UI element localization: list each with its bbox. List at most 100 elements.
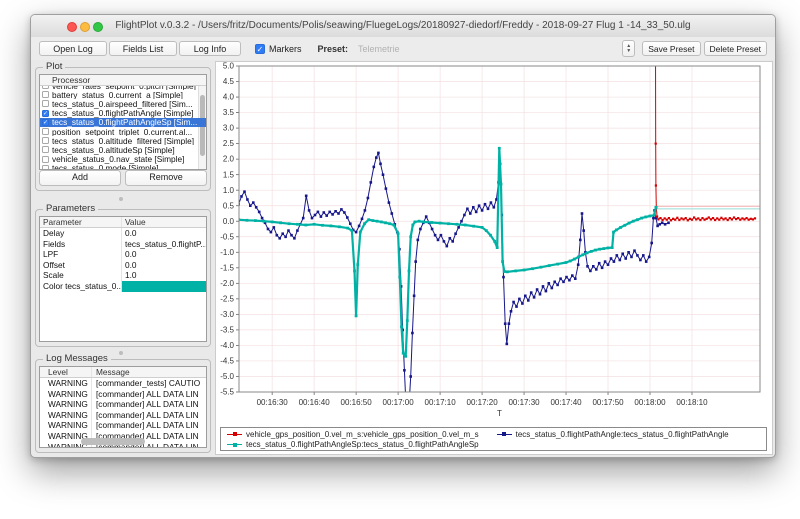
processor-list-item[interactable]: ✓tecs_status_0.flightPathAngleSp [Sim...: [40, 118, 206, 127]
log-horizontal-scrollbar-thumb[interactable]: [81, 438, 145, 445]
flight-chart[interactable]: 5.04.54.03.53.02.52.01.51.00.50.0-0.5-1.…: [216, 62, 774, 424]
parameters-panel-title: Parameters: [43, 203, 98, 214]
checked-checkbox[interactable]: ✓: [42, 110, 49, 117]
y-axis-tick-label: -5.5: [220, 388, 234, 397]
unchecked-checkbox[interactable]: [42, 128, 49, 135]
unchecked-checkbox[interactable]: [42, 100, 49, 107]
log-message-row[interactable]: WARNING[commander_tests] CAUTIO: [40, 378, 206, 389]
x-axis-tick-label: 00:17:20: [467, 398, 499, 407]
plot-panel: Plot Processor vehicle_rates_setpoint_0.…: [35, 67, 211, 191]
legend-swatch-icon: [227, 444, 242, 445]
splitter-handle[interactable]: [119, 197, 123, 201]
log-message: [commander] ALL DATA LIN: [92, 389, 206, 400]
y-axis-tick-label: -4.5: [220, 357, 234, 366]
y-axis-tick-label: -4.0: [220, 341, 234, 350]
title-bar[interactable]: FlightPlot v.0.3.2 - /Users/fritz/Docume…: [31, 15, 775, 38]
y-axis-tick-label: 0.5: [223, 201, 235, 210]
log-horizontal-scrollbar[interactable]: [60, 438, 176, 445]
column-header-value[interactable]: Value: [122, 217, 206, 227]
parameter-row[interactable]: LPF0.0: [40, 249, 206, 260]
y-axis-tick-label: 3.0: [223, 124, 235, 133]
unchecked-checkbox[interactable]: [42, 156, 49, 163]
splitter-handle[interactable]: [119, 351, 123, 355]
legend-item-flightPathAngleSp: tecs_status_0.flightPathAngleSp:tecs_sta…: [227, 440, 479, 449]
parameter-name: Color tecs_status_0....: [40, 281, 122, 292]
open-log-button[interactable]: Open Log: [39, 41, 107, 56]
y-axis-tick-label: -5.0: [220, 372, 234, 381]
processor-list-item[interactable]: battery_status_0.current_a [Simple]: [40, 90, 206, 99]
parameters-table[interactable]: Parameter Value Delay0.0Fieldstecs_statu…: [39, 216, 207, 342]
log-info-button[interactable]: Log Info: [179, 41, 241, 56]
x-axis-tick-label: 00:17:30: [508, 398, 540, 407]
markers-checkbox[interactable]: ✓: [255, 44, 265, 54]
processor-list-item[interactable]: tecs_status_0.altitude_filtered [Simple]: [40, 136, 206, 145]
chart-panel: 5.04.54.03.53.02.52.01.51.00.50.0-0.5-1.…: [215, 61, 773, 455]
minimize-button[interactable]: [80, 22, 90, 32]
log-message-row[interactable]: WARNING[commander] ALL DATA LIN: [40, 410, 206, 421]
remove-button[interactable]: Remove: [125, 170, 207, 186]
parameter-name: LPF: [40, 249, 122, 260]
unchecked-checkbox[interactable]: [42, 91, 49, 98]
processor-list-item[interactable]: tecs_status_0.airspeed_filtered [Sim...: [40, 99, 206, 108]
column-header-message[interactable]: Message: [92, 367, 206, 377]
x-axis-title: T: [497, 409, 502, 418]
y-axis-tick-label: -2.5: [220, 294, 234, 303]
log-message: [commander] ALL DATA LIN: [92, 410, 206, 421]
column-header-level[interactable]: Level: [40, 367, 92, 377]
log-level: WARNING: [40, 389, 92, 400]
unchecked-checkbox[interactable]: [42, 137, 49, 144]
parameter-value: 0.0: [122, 228, 206, 239]
zoom-button[interactable]: [93, 22, 103, 32]
parameter-row[interactable]: Fieldstecs_status_0.flightP...: [40, 239, 206, 250]
preset-combo[interactable]: Telemetrie: [358, 44, 622, 54]
log-message: [commander] ALL DATA LIN: [92, 420, 206, 431]
legend-label: tecs_status_0.flightPathAngleSp:tecs_sta…: [246, 440, 479, 449]
color-swatch[interactable]: [122, 281, 206, 292]
processor-list[interactable]: Processor vehicle_rates_setpoint_0.pitch…: [39, 74, 207, 170]
processor-item-label: tecs_status_0.altitude_filtered [Simple]: [52, 136, 194, 145]
y-axis-tick-label: -1.0: [220, 248, 234, 257]
unchecked-checkbox[interactable]: [42, 146, 49, 153]
markers-label: Markers: [269, 44, 302, 54]
fields-list-button[interactable]: Fields List: [109, 41, 177, 56]
preset-label: Preset:: [318, 44, 349, 54]
save-preset-button[interactable]: Save Preset: [642, 41, 700, 56]
column-header-parameter[interactable]: Parameter: [40, 217, 122, 227]
legend-swatch-icon: [497, 434, 512, 435]
processor-list-item[interactable]: ✓tecs_status_0.flightPathAngle [Simple]: [40, 109, 206, 118]
y-axis-tick-label: 5.0: [223, 62, 235, 71]
close-button[interactable]: [67, 22, 77, 32]
processor-item-label: vehicle_status_0.nav_state [Simple]: [52, 155, 184, 164]
processor-list-item[interactable]: tecs_status_0.altitudeSp [Simple]: [40, 145, 206, 154]
processor-list-item[interactable]: position_setpoint_triplet_0.current.al..…: [40, 127, 206, 136]
desktop-background: FlightPlot v.0.3.2 - /Users/fritz/Docume…: [0, 0, 800, 519]
log-message-row[interactable]: WARNING[commander] ALL DATA LIN: [40, 389, 206, 400]
processor-item-label: tecs_status_0.flightPathAngle [Simple]: [52, 109, 194, 118]
x-axis-tick-label: 00:16:30: [257, 398, 289, 407]
legend-label: tecs_status_0.flightPathAngle:tecs_statu…: [516, 430, 729, 439]
processor-item-label: battery_status_0.current_a [Simple]: [52, 90, 183, 99]
processor-list-item[interactable]: vehicle_status_0.nav_state [Simple]: [40, 155, 206, 164]
y-axis-tick-label: 0.0: [223, 217, 235, 226]
log-message: [commander_tests] CAUTIO: [92, 378, 206, 389]
add-button[interactable]: Add: [39, 170, 121, 186]
log-messages-table[interactable]: Level Message WARNING[commander_tests] C…: [39, 366, 207, 448]
y-axis-tick-label: 4.5: [223, 77, 235, 86]
log-message-row[interactable]: WARNING[commander] ALL DATA LIN: [40, 399, 206, 410]
parameter-name: Scale: [40, 270, 122, 281]
parameter-row[interactable]: Offset0.0: [40, 260, 206, 271]
preset-stepper[interactable]: ▲▼: [622, 40, 635, 57]
y-axis-tick-label: 2.0: [223, 155, 235, 164]
log-message: [commander] ALL DATA LIN: [92, 399, 206, 410]
log-message-row[interactable]: WARNING[commander] ALL DATA LIN: [40, 420, 206, 431]
checked-checkbox[interactable]: ✓: [42, 119, 49, 126]
y-axis-tick-label: 1.0: [223, 186, 235, 195]
parameter-row[interactable]: Scale1.0: [40, 270, 206, 281]
legend-swatch-icon: [227, 434, 242, 435]
parameter-row[interactable]: Delay0.0: [40, 228, 206, 239]
delete-preset-button[interactable]: Delete Preset: [704, 41, 768, 56]
log-level: WARNING: [40, 399, 92, 410]
log-level: WARNING: [40, 378, 92, 389]
parameter-row[interactable]: Color tecs_status_0....: [40, 281, 206, 292]
parameter-value: 0.0: [122, 260, 206, 271]
